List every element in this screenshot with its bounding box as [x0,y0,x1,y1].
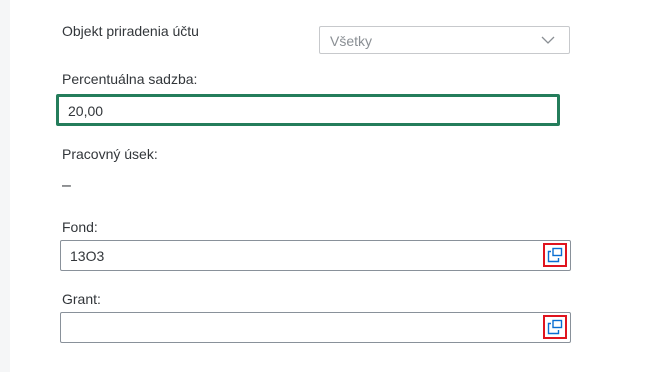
fund-label: Fond: [62,219,98,235]
fund-input[interactable]: 13O3 [60,240,571,271]
percentage-rate-value: 20,00 [68,103,104,119]
chevron-down-icon [541,36,555,44]
work-segment-label: Pracovný úsek: [62,146,158,162]
percentage-rate-input[interactable]: 20,00 [56,94,560,126]
value-help-icon [547,247,563,263]
fund-value-help-button[interactable] [543,243,567,267]
grant-value-help-button[interactable] [543,315,567,339]
value-help-icon [547,319,563,335]
fund-value: 13O3 [70,248,105,264]
assignment-object-select[interactable]: Všetky [319,26,570,54]
form-panel: Objekt priradenia účtu Všetky Percentuál… [10,0,659,372]
work-segment-value: – [62,177,71,194]
assignment-object-label: Objekt priradenia účtu [62,23,199,39]
grant-input[interactable] [60,312,571,343]
assignment-object-selected-value: Všetky [330,33,373,49]
grant-label: Grant: [62,291,101,307]
percentage-rate-label: Percentuálna sadzba: [62,71,198,87]
